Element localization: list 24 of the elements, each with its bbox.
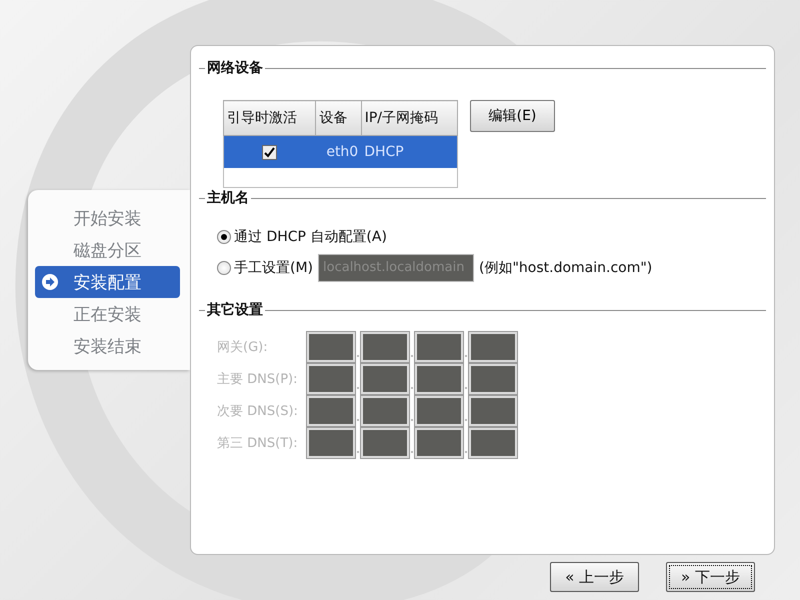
radio-label[interactable]: 手工设置(M): [234, 258, 314, 276]
table-cell: eth0: [316, 136, 362, 168]
step-item: 安装结束: [72, 336, 142, 358]
step-item: 正在安装: [72, 304, 142, 326]
table-cell: DHCP: [361, 136, 458, 168]
field-label: 网关(G):: [217, 339, 269, 356]
field-label: 第三 DNS(T):: [217, 435, 299, 452]
next-button[interactable]: » 下一步: [666, 562, 755, 592]
column-header[interactable]: IP/子网掩码: [361, 100, 458, 136]
step-item: 开始安装: [72, 208, 142, 230]
step-item: 安装配置: [35, 266, 180, 298]
column-header[interactable]: 引导时激活: [224, 100, 316, 136]
section-title: 网络设备: [206, 59, 264, 77]
field-label: 次要 DNS(S):: [217, 403, 299, 420]
edit-button[interactable]: 编辑(E): [470, 100, 555, 132]
field-label: 主要 DNS(P):: [217, 371, 298, 388]
section-title: 其它设置: [206, 301, 264, 319]
hint-text: (例如"host.domain.com"): [479, 258, 652, 276]
device-row[interactable]: eth0 DHCP: [224, 136, 458, 168]
back-button[interactable]: « 上一步: [550, 562, 640, 592]
section-title: 主机名: [206, 189, 250, 207]
step-item: 磁盘分区: [72, 240, 142, 262]
column-header[interactable]: 设备: [316, 100, 362, 136]
radio-label[interactable]: 通过 DHCP 自动配置(A): [234, 228, 387, 246]
